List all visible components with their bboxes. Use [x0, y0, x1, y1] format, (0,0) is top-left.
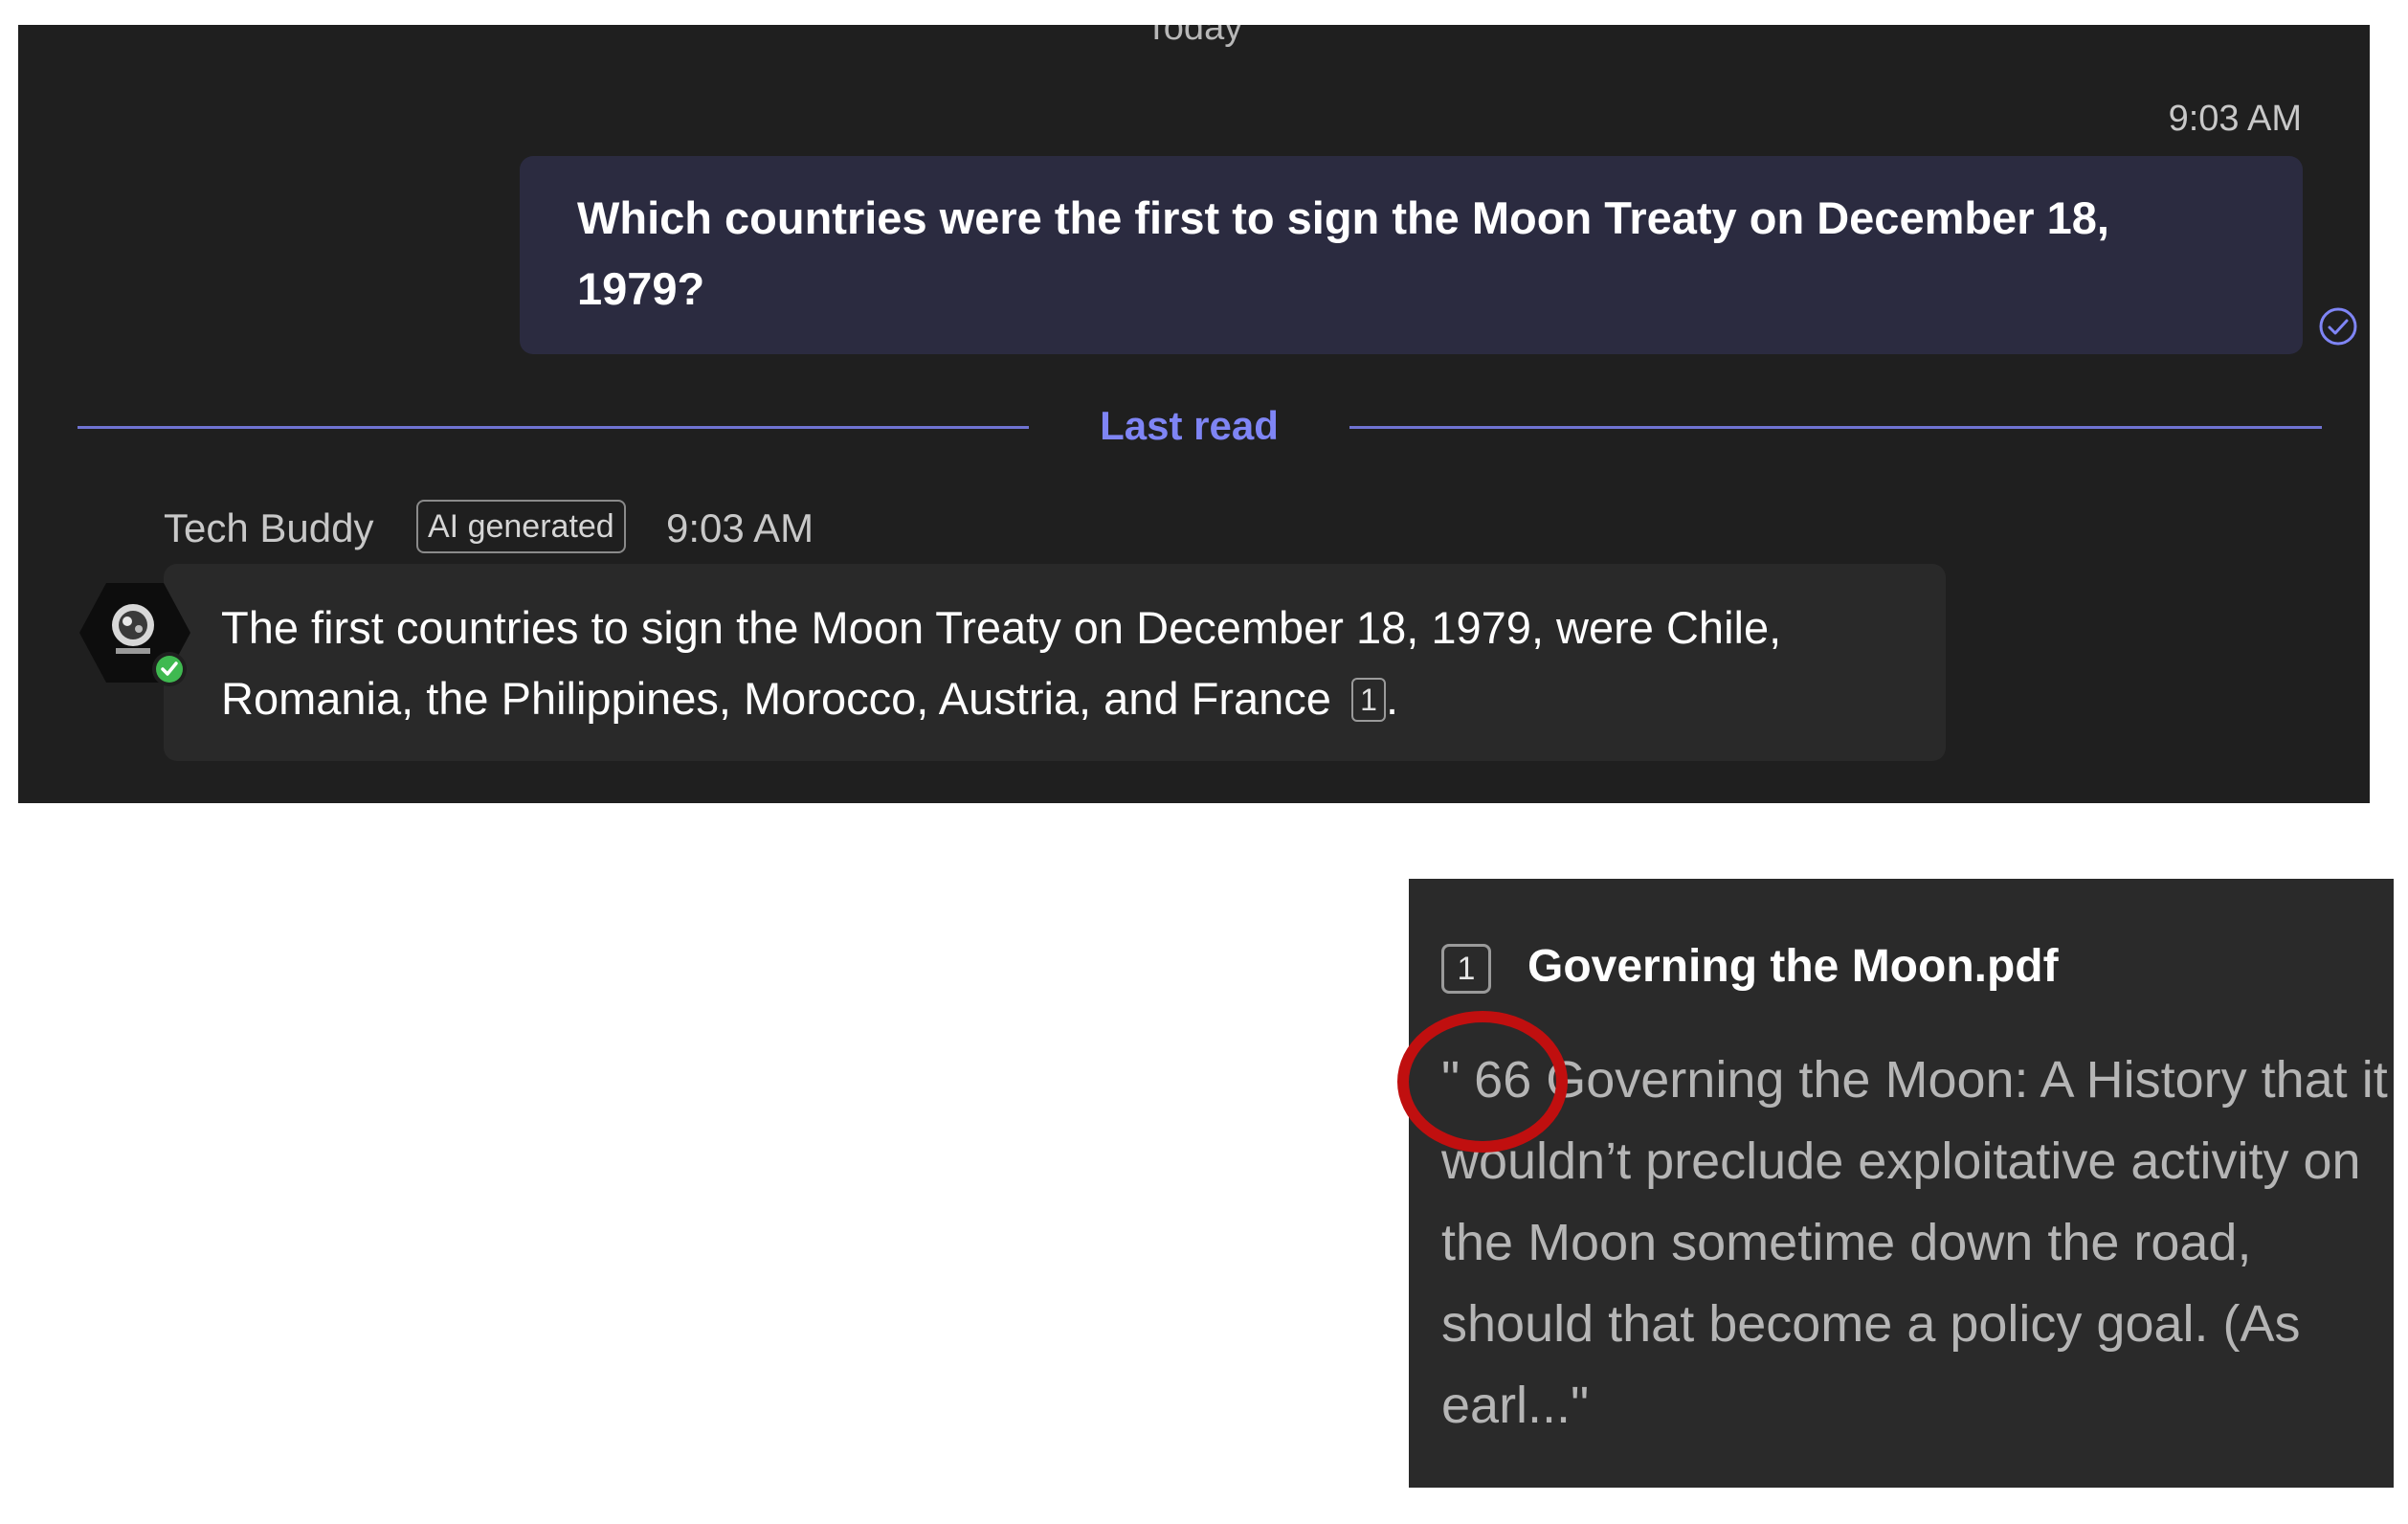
citation-card[interactable]: 1 Governing the Moon.pdf " 66 Governing … [1409, 879, 2394, 1488]
sender-name[interactable]: Tech Buddy [164, 505, 373, 551]
received-message-text: The first countries to sign the Moon Tre… [221, 602, 1782, 724]
sent-message-time: 9:03 AM [2168, 99, 2302, 139]
received-message-bubble[interactable]: The first countries to sign the Moon Tre… [164, 564, 1946, 761]
day-divider-label: Today [1145, 25, 1243, 48]
citation-excerpt: " 66 Governing the Moon: A History that … [1441, 1051, 2388, 1434]
citation-marker[interactable]: 1 [1351, 678, 1386, 722]
received-message-time: 9:03 AM [666, 505, 814, 550]
last-read-divider-right [1349, 426, 2322, 429]
bot-avatar-icon[interactable] [78, 577, 192, 702]
sent-message-text: Which countries were the first to sign t… [577, 192, 2109, 314]
read-receipt-icon [2319, 307, 2357, 346]
citation-title[interactable]: Governing the Moon.pdf [1527, 940, 2059, 993]
sent-message-bubble[interactable]: Which countries were the first to sign t… [520, 156, 2303, 354]
citation-number: 1 [1441, 944, 1491, 994]
chat-panel: Today 9:03 AM Which countries were the f… [18, 25, 2370, 803]
last-read-label: Last read [1100, 403, 1279, 448]
received-message-trailing: . [1386, 673, 1399, 724]
available-status-icon [152, 652, 187, 686]
last-read-divider-left [78, 426, 1029, 429]
ai-generated-badge: AI generated [416, 500, 626, 553]
